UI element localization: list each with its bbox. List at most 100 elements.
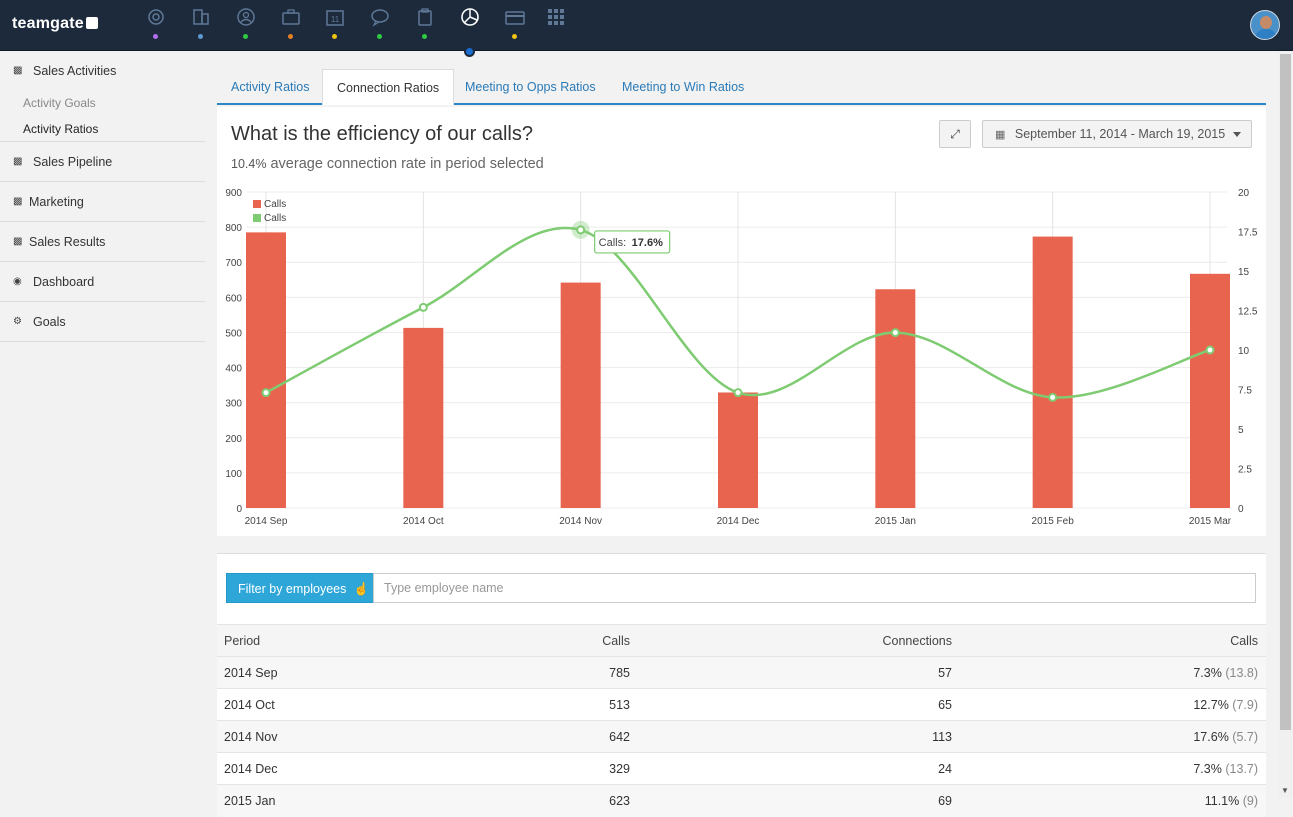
chat-icon[interactable] <box>370 8 390 42</box>
connection-ratio-chart: 0 100 200 300 400 500 600 700 800 900 0 2.5 5 7.5 10 12… <box>225 188 1258 527</box>
cell-connections: 57 <box>630 656 952 689</box>
table-row: 2014 Sep 785 57 7.3% (13.8) <box>217 656 1266 689</box>
column-header-connections[interactable]: Connections <box>630 624 952 657</box>
rate-value: 7.3% <box>1193 665 1222 680</box>
rate-extra: (13.8) <box>1225 665 1258 680</box>
tooltip-label: Calls: <box>599 237 627 249</box>
sidebar-item-goals[interactable]: ⚙ Goals <box>0 302 205 341</box>
cell-rate: 11.1% (9) <box>952 784 1266 817</box>
rate-value: 17.6% <box>1193 729 1229 744</box>
cell-period: 2014 Nov <box>217 720 417 753</box>
briefcase-icon[interactable] <box>281 8 301 42</box>
table-header-row: Period Calls Connections Calls <box>217 624 1266 657</box>
tooltip-value: 17.6% <box>632 237 663 249</box>
line-point[interactable] <box>1205 345 1215 355</box>
y-right-tick-label: 15 <box>1238 267 1250 278</box>
sidebar-item-sales-results[interactable]: ▩ Sales Results <box>0 222 205 261</box>
calendar-icon[interactable]: 11 <box>325 8 345 42</box>
person-icon[interactable] <box>236 8 256 42</box>
legend-swatch-line <box>253 214 261 222</box>
x-tick-label: 2015 Jan <box>875 516 916 527</box>
rate-value: 12.7% <box>1193 697 1229 712</box>
tab-activity-ratios[interactable]: Activity Ratios <box>217 69 324 105</box>
vertical-scrollbar[interactable]: ▼ <box>1278 51 1293 798</box>
y-left-tick-label: 400 <box>225 364 242 375</box>
tab-meeting-to-win-ratios[interactable]: Meeting to Win Ratios <box>608 69 758 105</box>
bar[interactable] <box>560 282 601 508</box>
y-right-tick-label: 10 <box>1238 346 1250 357</box>
column-header-period[interactable]: Period <box>217 624 417 657</box>
y-right-tick-label: 20 <box>1238 188 1250 199</box>
grid-icon[interactable] <box>546 8 566 42</box>
cell-period: 2014 Sep <box>217 656 417 689</box>
cell-rate: 12.7% (7.9) <box>952 688 1266 721</box>
rate-extra: (9) <box>1242 793 1258 808</box>
rate-extra: (7.9) <box>1232 697 1258 712</box>
scroll-down-arrow-icon[interactable]: ▼ <box>1281 786 1289 795</box>
credit-card-icon[interactable] <box>505 8 525 42</box>
column-header-rate[interactable]: Calls <box>952 624 1266 657</box>
column-header-calls[interactable]: Calls <box>417 624 630 657</box>
line-point[interactable] <box>261 388 271 398</box>
cell-connections: 65 <box>630 688 952 721</box>
dashboard-icon: ◉ <box>13 276 22 287</box>
sidebar-item-sales-pipeline[interactable]: ▩ Sales Pipeline <box>0 142 205 181</box>
ratios-table: Period Calls Connections Calls 2014 Sep 7… <box>217 624 1266 817</box>
cell-connections: 24 <box>630 752 952 785</box>
y-right-tick-label: 2.5 <box>1238 465 1252 476</box>
rate-extra: (5.7) <box>1232 729 1258 744</box>
target-icon[interactable] <box>146 8 166 42</box>
line-point[interactable] <box>418 302 428 312</box>
main-content: Activity Ratios Connection Ratios Meetin… <box>217 51 1266 817</box>
tab-meeting-to-opps-ratios[interactable]: Meeting to Opps Ratios <box>451 69 610 105</box>
bar[interactable] <box>1190 273 1230 508</box>
cell-period: 2014 Dec <box>217 752 417 785</box>
rate-extra: (13.7) <box>1225 761 1258 776</box>
hand-pointer-icon: ☝ <box>353 582 370 596</box>
y-left-tick-label: 500 <box>225 328 242 339</box>
line-point[interactable] <box>733 388 743 398</box>
y-left-tick-label: 100 <box>225 469 242 480</box>
sidebar-item-marketing[interactable]: ▩ Marketing <box>0 182 205 221</box>
average-rate-text: average connection rate in period select… <box>270 156 544 172</box>
tab-connection-ratios[interactable]: Connection Ratios <box>322 69 455 105</box>
scrollbar-thumb[interactable] <box>1280 54 1291 730</box>
date-range-label: September 11, 2014 - March 19, 2015 <box>1014 127 1226 141</box>
bar[interactable] <box>1032 236 1073 508</box>
x-tick-label: 2014 Nov <box>559 516 602 527</box>
expand-button[interactable]: ⤢ <box>939 120 971 148</box>
user-avatar[interactable] <box>1250 10 1280 40</box>
x-tick-label: 2014 Oct <box>403 516 444 527</box>
pie-chart-icon[interactable] <box>460 8 480 42</box>
sidebar-item-sales-activities[interactable]: ▩ Sales Activities <box>0 51 205 90</box>
clipboard-icon[interactable] <box>415 8 435 42</box>
expand-icon: ⤢ <box>950 127 960 141</box>
teamgate-logo[interactable]: teamgate <box>12 15 98 33</box>
line-point[interactable] <box>576 225 586 235</box>
gears-icon: ⚙ <box>13 316 22 327</box>
y-right-tick-label: 5 <box>1238 425 1244 436</box>
line-point[interactable] <box>1048 392 1058 402</box>
panel-subtitle: 10.4% average connection rate in period … <box>231 156 544 172</box>
legend-label-bar[interactable]: Calls <box>264 199 286 210</box>
building-icon[interactable] <box>191 8 211 42</box>
cell-connections: 113 <box>630 720 952 753</box>
x-tick-label: 2015 Mar <box>1189 516 1232 527</box>
cell-calls: 642 <box>417 720 630 753</box>
filter-by-employees-button[interactable]: Filter by employees ☝ <box>226 573 374 603</box>
x-tick-label: 2014 Sep <box>245 516 288 527</box>
bar[interactable] <box>875 289 916 508</box>
bar[interactable] <box>718 392 758 508</box>
bar[interactable] <box>246 232 286 508</box>
legend-label-line[interactable]: Calls <box>264 213 286 224</box>
bar[interactable] <box>403 327 444 508</box>
date-range-picker[interactable]: ▦ September 11, 2014 - March 19, 2015 <box>982 120 1252 148</box>
y-left-tick-label: 700 <box>225 258 242 269</box>
sidebar-item-activity-goals[interactable]: Activity Goals <box>0 90 205 116</box>
cell-calls: 623 <box>417 784 630 817</box>
line-point[interactable] <box>890 328 900 338</box>
employee-name-input[interactable] <box>373 573 1256 603</box>
sidebar-item-activity-ratios[interactable]: Activity Ratios <box>0 116 205 142</box>
sidebar-item-dashboard[interactable]: ◉ Dashboard <box>0 262 205 301</box>
y-right-tick-label: 17.5 <box>1238 228 1258 239</box>
